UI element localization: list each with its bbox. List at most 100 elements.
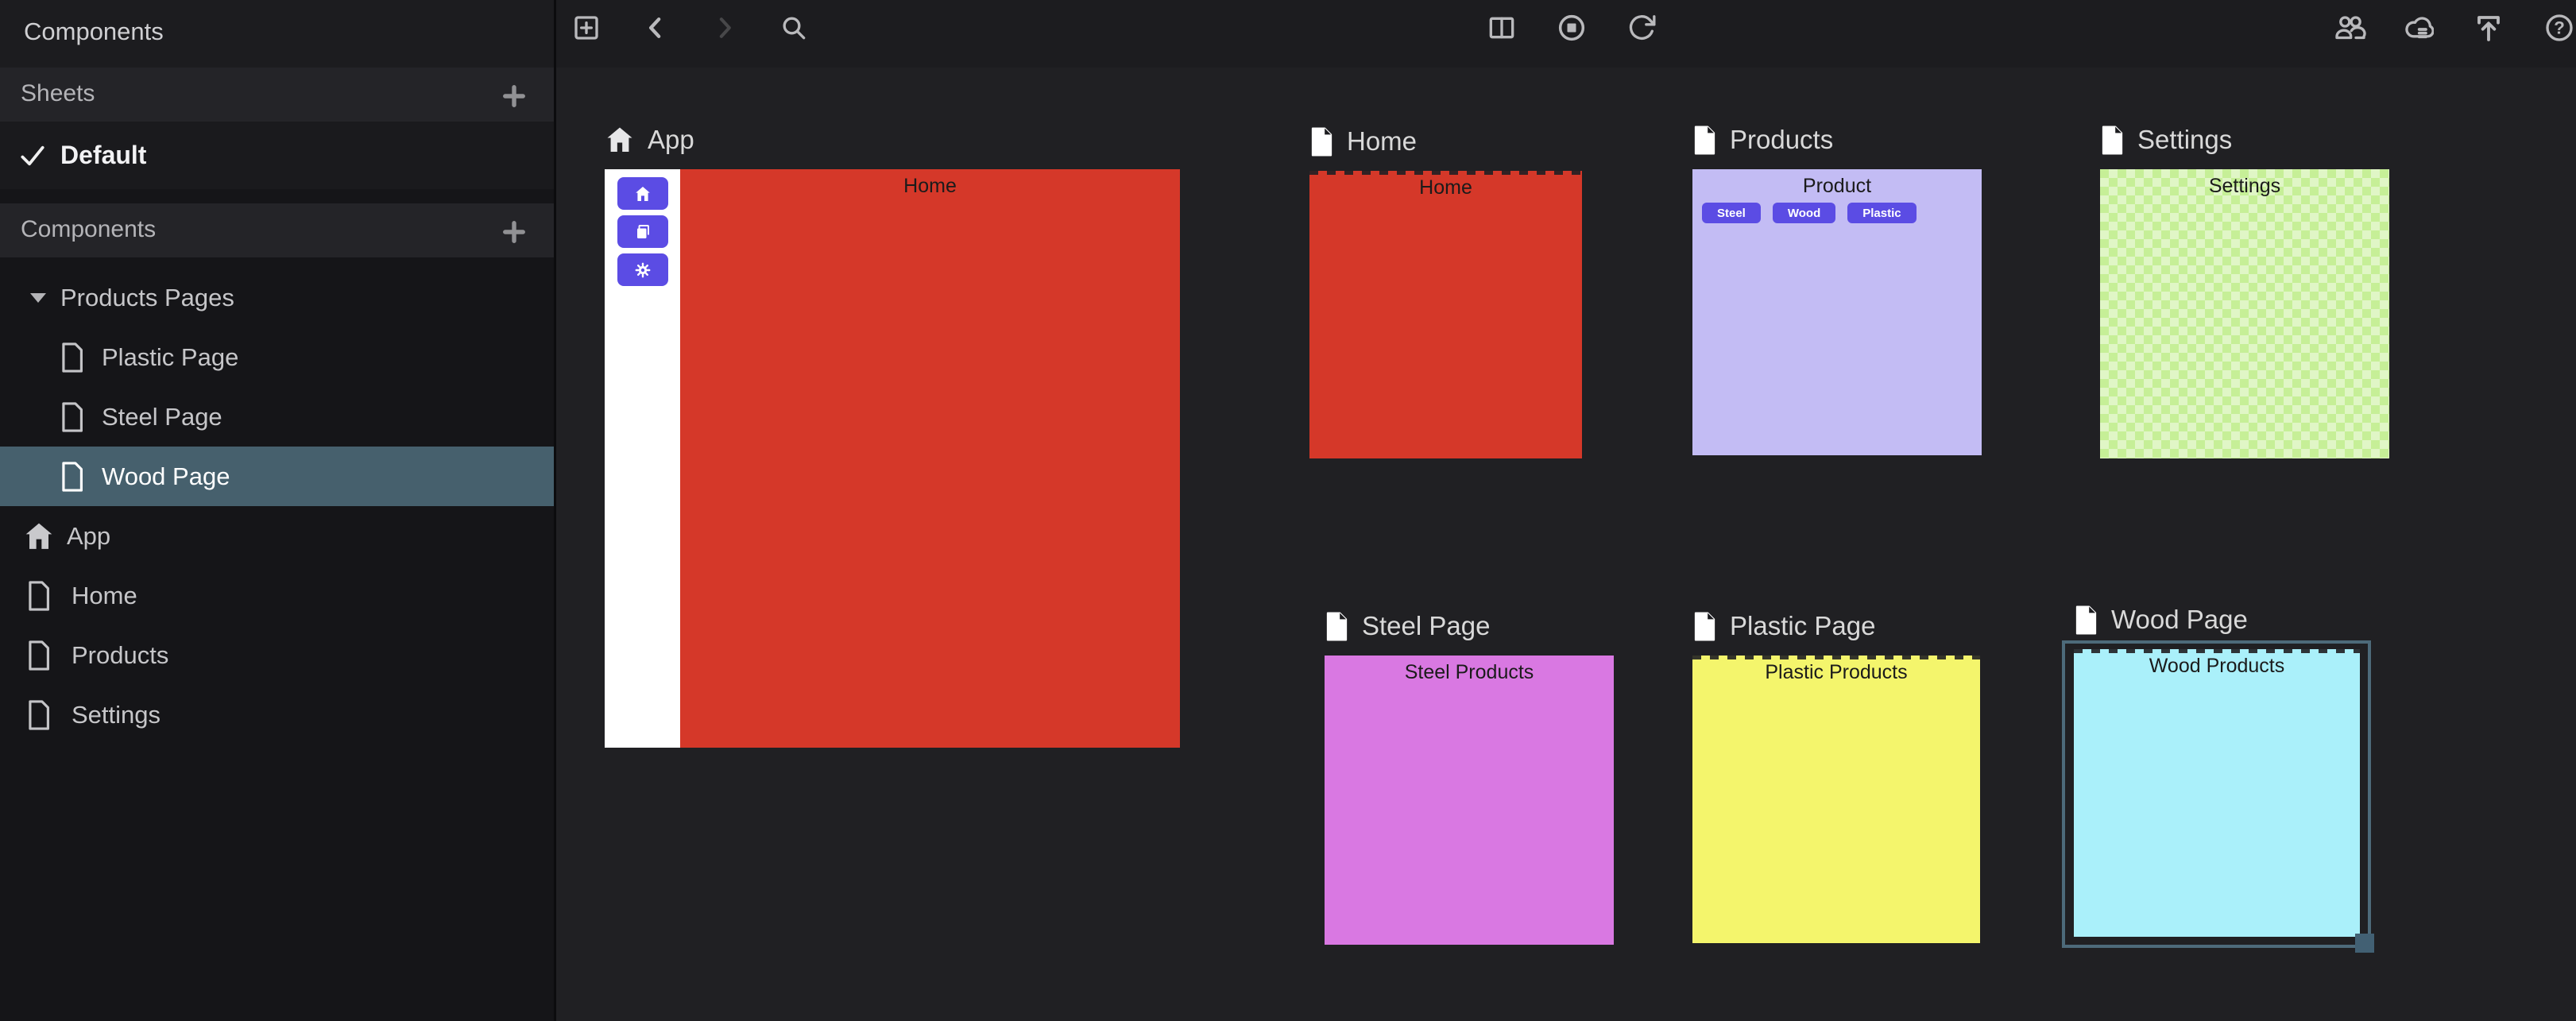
app-designer: { "topbar": { "title": "Components", "to… [0,0,2576,1021]
frame-name: Wood Page [2111,605,2248,635]
upload-button[interactable] [2469,8,2508,48]
page-icon [59,462,86,492]
caret-down-icon[interactable] [30,293,46,303]
frame-steel-page: Steel Page Steel Products [1325,606,1614,945]
users-icon [2334,12,2366,44]
frame-wood-page: Wood Page Wood Products [2062,600,2371,948]
frame-products: Products Product Steel Wood Plastic [1692,120,1982,455]
home-icon [605,125,635,155]
plastic-button[interactable]: Plastic [1847,203,1916,223]
refresh-button[interactable] [1622,8,1661,48]
help-icon: ? [2543,12,2575,44]
page-icon [1309,127,1334,157]
cloud-sync-icon [2402,12,2434,44]
frame-products-label[interactable]: Products [1692,120,1982,160]
tree-item-label: Home [72,582,137,610]
sheets-header-label: Sheets [21,68,95,122]
frame-app: App [605,120,1180,748]
page-icon [1692,126,1717,155]
check-icon [17,141,48,171]
frame-settings-label[interactable]: Settings [2100,120,2389,160]
back-button[interactable] [636,8,675,48]
tree-item-home[interactable]: Home [0,566,554,625]
wood-button[interactable]: Wood [1773,203,1835,223]
page-title: Product [1692,169,1982,198]
sidebar-title: Components [24,0,164,68]
plus-icon [500,218,528,246]
page-icon [2100,126,2125,155]
page-icon [25,700,52,730]
frame-plastic-page: Plastic Page Plastic Products [1692,606,1980,943]
search-button[interactable] [774,8,814,48]
sidebar-divider[interactable] [554,0,556,1021]
home-icon [22,520,56,552]
page-icon [1325,612,1349,641]
product-buttons-row: Steel Wood Plastic [1702,203,1982,223]
products-page-canvas[interactable]: Product Steel Wood Plastic [1692,169,1982,455]
svg-text:?: ? [2554,18,2565,38]
frame-name: Plastic Page [1730,611,1875,641]
search-icon [778,12,810,44]
tree-item-label: App [67,522,110,551]
app-nav-home-button[interactable] [617,177,668,210]
stop-button[interactable] [1552,8,1592,48]
page-icon [2074,605,2098,635]
sheet-item-label: Default [60,141,146,170]
tree-item-label: Steel Page [102,403,222,431]
forward-button[interactable] [705,8,745,48]
tree-item-label: Products [72,641,168,670]
resize-handle[interactable] [2355,934,2374,953]
page-icon [59,342,86,373]
add-component-button[interactable] [497,215,532,249]
gear-icon [633,261,652,280]
tree-item-steel-page[interactable]: Steel Page [0,387,554,447]
frame-steel-page-label[interactable]: Steel Page [1325,606,1614,646]
page-title: Wood Products [2074,649,2360,678]
app-content-area[interactable]: Home [680,169,1180,748]
steel-button[interactable]: Steel [1702,203,1761,223]
tree-group-products-pages[interactable]: Products Pages [0,268,554,327]
refresh-icon [1626,12,1657,44]
frame-home-label[interactable]: Home [1309,122,1582,161]
app-nav-settings-button[interactable] [617,253,668,286]
frame-wood-page-label[interactable]: Wood Page [2074,600,2371,640]
tree-item-label: Plastic Page [102,343,238,372]
tree-item-app[interactable]: App [0,506,554,566]
app-nav-pages-button[interactable] [617,215,668,248]
cloud-sync-button[interactable] [2398,8,2438,48]
frame-name: Steel Page [1362,611,1490,641]
frame-settings: Settings Settings [2100,120,2389,458]
upload-icon [2473,12,2504,44]
selection-outline: Wood Products [2062,640,2371,948]
stop-icon [1556,12,1588,44]
page-icon [1692,612,1717,641]
plastic-page-canvas[interactable]: Plastic Products [1692,656,1980,943]
add-frame-button[interactable] [567,8,606,48]
page-icon [59,402,86,432]
add-sheet-button[interactable] [497,79,532,114]
frame-app-label[interactable]: App [605,120,1180,160]
page-title: Home [1309,171,1582,199]
app-canvas[interactable]: Home [605,169,1180,748]
tree-item-settings[interactable]: Settings [0,685,554,744]
users-button[interactable] [2330,8,2370,48]
pages-icon [633,222,652,242]
frame-plastic-page-label[interactable]: Plastic Page [1692,606,1980,646]
tree-item-wood-page[interactable]: Wood Page [0,447,554,506]
sheet-item-default[interactable]: Default [0,122,554,189]
page-icon [25,581,52,611]
wood-page-canvas[interactable]: Wood Products [2074,649,2360,937]
plus-icon [500,82,528,110]
home-page-canvas[interactable]: Home [1309,171,1582,458]
settings-page-canvas[interactable]: Settings [2100,169,2389,458]
tree-item-plastic-page[interactable]: Plastic Page [0,327,554,387]
help-button[interactable]: ? [2539,8,2576,48]
chevron-left-icon [640,12,671,44]
frame-home: Home Home [1309,122,1582,458]
tree-item-products[interactable]: Products [0,625,554,685]
steel-page-canvas[interactable]: Steel Products [1325,656,1614,945]
topbar: Components [0,0,2576,68]
split-view-button[interactable] [1482,8,1522,48]
components-header-label: Components [21,203,156,257]
home-icon [633,184,652,203]
